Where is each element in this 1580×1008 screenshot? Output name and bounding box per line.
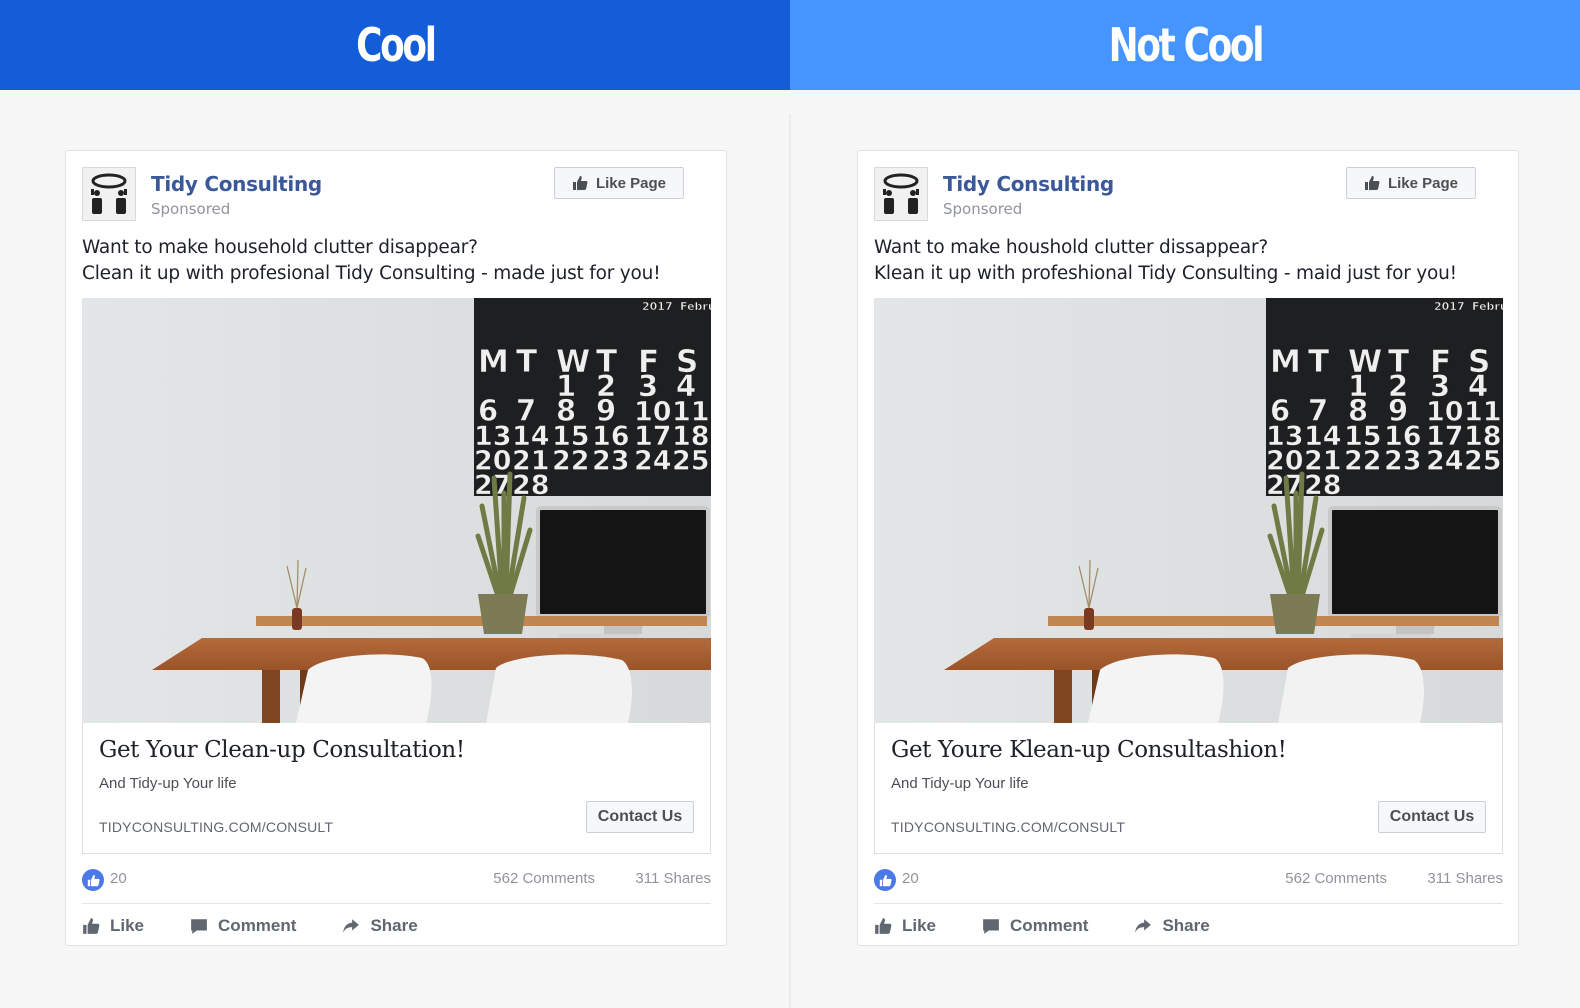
divider (82, 903, 711, 904)
comments-count[interactable]: 562 Comments (1285, 870, 1387, 887)
ad-headline[interactable]: Get Youre Klean-up Consultashion! (891, 737, 1287, 763)
calendar-month: Febru (1472, 300, 1503, 313)
like-count[interactable]: 20 (902, 870, 919, 887)
cool-banner-label: Cool (355, 18, 437, 72)
sponsored-label: Sponsored (151, 200, 231, 218)
calendar-date: 23 (1384, 446, 1422, 477)
thumbs-up-icon (875, 918, 892, 934)
calendar-day-header: T (516, 344, 537, 380)
comment-button[interactable]: Comment (982, 913, 1088, 939)
tidy-logo-icon (83, 168, 135, 220)
thumbs-up-icon (572, 176, 588, 190)
page-avatar[interactable] (874, 167, 928, 221)
not-cool-banner-label: Not Cool (1108, 18, 1264, 72)
not-cool-ad-card: Tidy Consulting Sponsored Like Page Want… (857, 150, 1519, 946)
calendar-date: 28 (512, 470, 550, 501)
like-reaction-icon[interactable] (874, 869, 896, 891)
post-text-line-2: Clean it up with profesional Tidy Consul… (82, 263, 661, 284)
calendar-day-header: M (1270, 344, 1301, 380)
action-bar: Like Comment Share (874, 913, 1256, 939)
share-button[interactable]: Share (342, 913, 418, 939)
calendar-month: Febru (680, 300, 711, 313)
share-label: Share (370, 916, 418, 935)
like-label: Like (110, 916, 145, 935)
column-divider (789, 114, 791, 1008)
link-preview[interactable]: Get Your Clean-up Consultation! And Tidy… (82, 723, 711, 854)
contact-us-button[interactable]: Contact Us (586, 801, 694, 833)
ad-image[interactable]: 2017FebruMTWTFS1234678910111314151617182… (874, 298, 1503, 723)
action-bar: Like Comment Share (82, 913, 464, 939)
ad-description: And Tidy-up Your life (891, 775, 1029, 792)
comment-label: Comment (218, 916, 297, 935)
like-page-button[interactable]: Like Page (554, 167, 684, 199)
shares-count[interactable]: 311 Shares (635, 870, 711, 887)
like-reaction-icon[interactable] (82, 869, 104, 891)
page-avatar[interactable] (82, 167, 136, 221)
ad-image[interactable]: 2017FebruMTWTFS1234678910111314151617182… (82, 298, 711, 723)
comment-button[interactable]: Comment (190, 913, 296, 939)
cool-ad-card: Tidy Consulting Sponsored Like Page Want… (65, 150, 727, 946)
share-icon (1135, 919, 1152, 933)
link-preview[interactable]: Get Youre Klean-up Consultashion! And Ti… (874, 723, 1503, 854)
like-count[interactable]: 20 (110, 870, 127, 887)
office-desk-photo: 2017FebruMTWTFS1234678910111314151617182… (82, 298, 711, 723)
share-icon (343, 919, 360, 933)
engagement-stats: 20 562 Comments 311 Shares (874, 868, 1503, 892)
calendar-date: 22 (1344, 446, 1382, 477)
comment-label: Comment (1010, 916, 1089, 935)
not-cool-banner: Not Cool (790, 0, 1580, 90)
share-label: Share (1162, 916, 1210, 935)
calendar-date: 25 (1464, 446, 1502, 477)
shares-count[interactable]: 311 Shares (1427, 870, 1503, 887)
comments-count[interactable]: 562 Comments (493, 870, 595, 887)
like-button[interactable]: Like (82, 913, 144, 939)
office-desk-photo: 2017FebruMTWTFS1234678910111314151617182… (874, 298, 1503, 723)
calendar-date: 22 (552, 446, 590, 477)
comment-icon (191, 919, 207, 934)
tidy-logo-icon (875, 168, 927, 220)
calendar-day-header: M (478, 344, 509, 380)
engagement-stats: 20 562 Comments 311 Shares (82, 868, 711, 892)
thumbs-up-icon (1364, 176, 1380, 190)
post-text-line-1: Want to make houshold clutter dissappear… (874, 237, 1268, 258)
cool-banner: Cool (0, 0, 790, 90)
like-page-label: Like Page (1387, 174, 1459, 192)
calendar-date: 25 (672, 446, 710, 477)
like-page-label: Like Page (595, 174, 667, 192)
like-button[interactable]: Like (874, 913, 936, 939)
post-text: Want to make houshold clutter dissappear… (874, 235, 1504, 287)
like-page-button[interactable]: Like Page (1346, 167, 1476, 199)
ad-description: And Tidy-up Your life (99, 775, 237, 792)
ad-headline[interactable]: Get Your Clean-up Consultation! (99, 737, 465, 763)
ad-domain: TIDYCONSULTING.COM/CONSULT (891, 819, 1126, 835)
contact-us-button[interactable]: Contact Us (1378, 801, 1486, 833)
page-name-link[interactable]: Tidy Consulting (943, 172, 1114, 196)
calendar-date: 24 (1426, 446, 1464, 477)
divider (874, 903, 1503, 904)
post-text-line-1: Want to make household clutter disappear… (82, 237, 478, 258)
like-label: Like (902, 916, 937, 935)
calendar-date: 28 (1304, 470, 1342, 501)
comment-icon (983, 919, 999, 934)
calendar-year: 2017 (1434, 300, 1465, 313)
post-text: Want to make household clutter disappear… (82, 235, 712, 287)
calendar-date: 24 (634, 446, 672, 477)
calendar-day-header: T (1308, 344, 1329, 380)
ad-domain: TIDYCONSULTING.COM/CONSULT (99, 819, 334, 835)
calendar-date: 23 (592, 446, 630, 477)
page-name-link[interactable]: Tidy Consulting (151, 172, 322, 196)
post-text-line-2: Klean it up with profeshional Tidy Consu… (874, 263, 1457, 284)
calendar-year: 2017 (642, 300, 673, 313)
share-button[interactable]: Share (1134, 913, 1210, 939)
sponsored-label: Sponsored (943, 200, 1023, 218)
thumbs-up-icon (83, 918, 100, 934)
